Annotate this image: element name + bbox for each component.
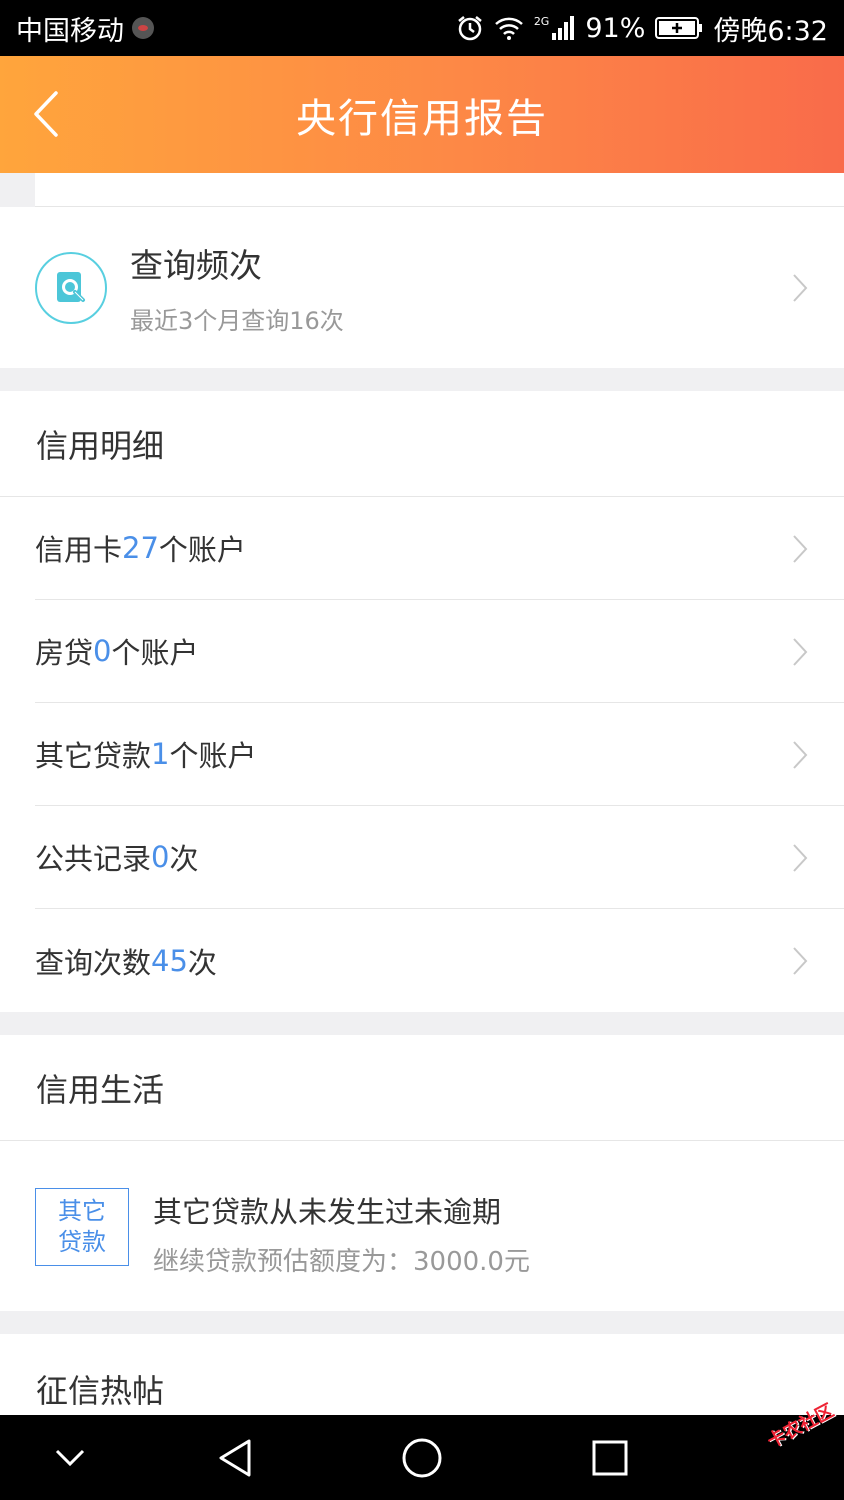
- row-label: 房贷: [35, 636, 94, 670]
- hot-posts-title: 征信热帖: [0, 1334, 844, 1415]
- search-document-icon: [35, 252, 107, 324]
- nav-hide-button[interactable]: [40, 1415, 100, 1500]
- top-divider: [35, 173, 844, 207]
- row-content: 公共记录 0 次: [35, 806, 844, 909]
- nav-back-button[interactable]: [205, 1415, 265, 1500]
- system-nav-bar: [0, 1415, 844, 1500]
- alarm-icon: [458, 16, 482, 41]
- row-label: 信用卡: [35, 533, 123, 567]
- wifi-icon: [494, 17, 523, 40]
- chevron-right-icon: [793, 741, 808, 769]
- row-label: 查询次数: [35, 945, 152, 980]
- section-gap: [0, 368, 844, 391]
- tag-line-2: 贷款: [58, 1228, 106, 1256]
- row-content: 信用卡 27 个账户: [35, 497, 844, 600]
- chevron-right-icon: [793, 535, 808, 563]
- carrier-app-icon: [132, 17, 154, 39]
- section-gap: [0, 1012, 844, 1035]
- row-count: 0: [151, 840, 170, 874]
- row-unit: 次: [187, 945, 217, 980]
- carrier-group: 中国移动: [16, 9, 154, 48]
- loan-type-tag: 其它 贷款: [35, 1188, 129, 1266]
- credit-life-detail: 继续贷款预估额度为：3000.0元: [153, 1247, 530, 1277]
- row-label: 其它贷款: [35, 739, 152, 773]
- chevron-down-icon: [55, 1449, 85, 1466]
- other-loans-row[interactable]: 其它贷款 1 个账户: [0, 703, 844, 806]
- status-bar: 中国移动 2G 91% 傍晚6:32: [0, 0, 844, 56]
- mortgage-row[interactable]: 房贷 0 个账户: [0, 600, 844, 703]
- credit-card-row[interactable]: 信用卡 27 个账户: [0, 497, 844, 600]
- network-type: 2G: [533, 14, 550, 28]
- status-icons: 2G 91% 傍晚6:32: [456, 9, 828, 48]
- row-unit: 次: [169, 842, 199, 876]
- row-content: 其它贷款 1 个账户: [35, 703, 844, 806]
- battery-icon: [655, 17, 703, 39]
- triangle-back-icon: [219, 1439, 251, 1476]
- public-records-row[interactable]: 公共记录 0 次: [0, 806, 844, 909]
- carrier-name: 中国移动: [16, 15, 124, 47]
- page-title: 央行信用报告: [296, 95, 548, 142]
- back-button[interactable]: [28, 89, 68, 139]
- query-subtitle: 最近3个月查询16次: [130, 307, 344, 335]
- chevron-right-icon: [793, 638, 808, 666]
- signal-icon: [552, 16, 575, 40]
- nav-recents-button[interactable]: [580, 1415, 640, 1500]
- app-header: 央行信用报告: [0, 56, 844, 173]
- query-title: 查询频次: [130, 246, 262, 285]
- credit-life-item[interactable]: 其它 贷款 其它贷款从未发生过未逾期 继续贷款预估额度为：3000.0元: [0, 1141, 844, 1311]
- row-unit: 个账户: [158, 533, 246, 567]
- battery-percent: 91%: [585, 12, 646, 44]
- row-content: 查询次数 45 次: [35, 909, 844, 1012]
- main-content: 查询频次 最近3个月查询16次 信用明细 信用卡 27 个账户 房贷 0 个账户 其它贷…: [0, 173, 844, 1415]
- row-count: 27: [122, 531, 159, 565]
- chevron-left-icon: [34, 91, 58, 137]
- row-unit: 个账户: [111, 636, 199, 670]
- tag-line-1: 其它: [58, 1196, 106, 1225]
- row-content: 房贷 0 个账户: [35, 600, 844, 703]
- row-count: 1: [151, 737, 170, 771]
- row-count: 45: [151, 943, 188, 978]
- query-frequency-row[interactable]: 查询频次 最近3个月查询16次: [0, 207, 844, 368]
- chevron-right-icon: [793, 844, 808, 872]
- credit-life-headline: 其它贷款从未发生过未逾期: [153, 1195, 502, 1229]
- query-count-row[interactable]: 查询次数 45 次: [0, 909, 844, 1012]
- query-text: 查询频次 最近3个月查询16次: [130, 239, 344, 336]
- clock: 傍晚6:32: [713, 15, 828, 47]
- credit-life-title: 信用生活: [0, 1035, 844, 1141]
- row-count: 0: [93, 634, 112, 668]
- chevron-right-icon: [793, 274, 808, 302]
- row-label: 公共记录: [35, 842, 152, 876]
- row-unit: 个账户: [169, 739, 257, 773]
- circle-home-icon: [402, 1438, 442, 1477]
- credit-detail-title: 信用明细: [0, 391, 844, 497]
- section-gap: [0, 1311, 844, 1334]
- nav-home-button[interactable]: [392, 1415, 452, 1500]
- square-recents-icon: [592, 1440, 628, 1475]
- chevron-right-icon: [793, 947, 808, 975]
